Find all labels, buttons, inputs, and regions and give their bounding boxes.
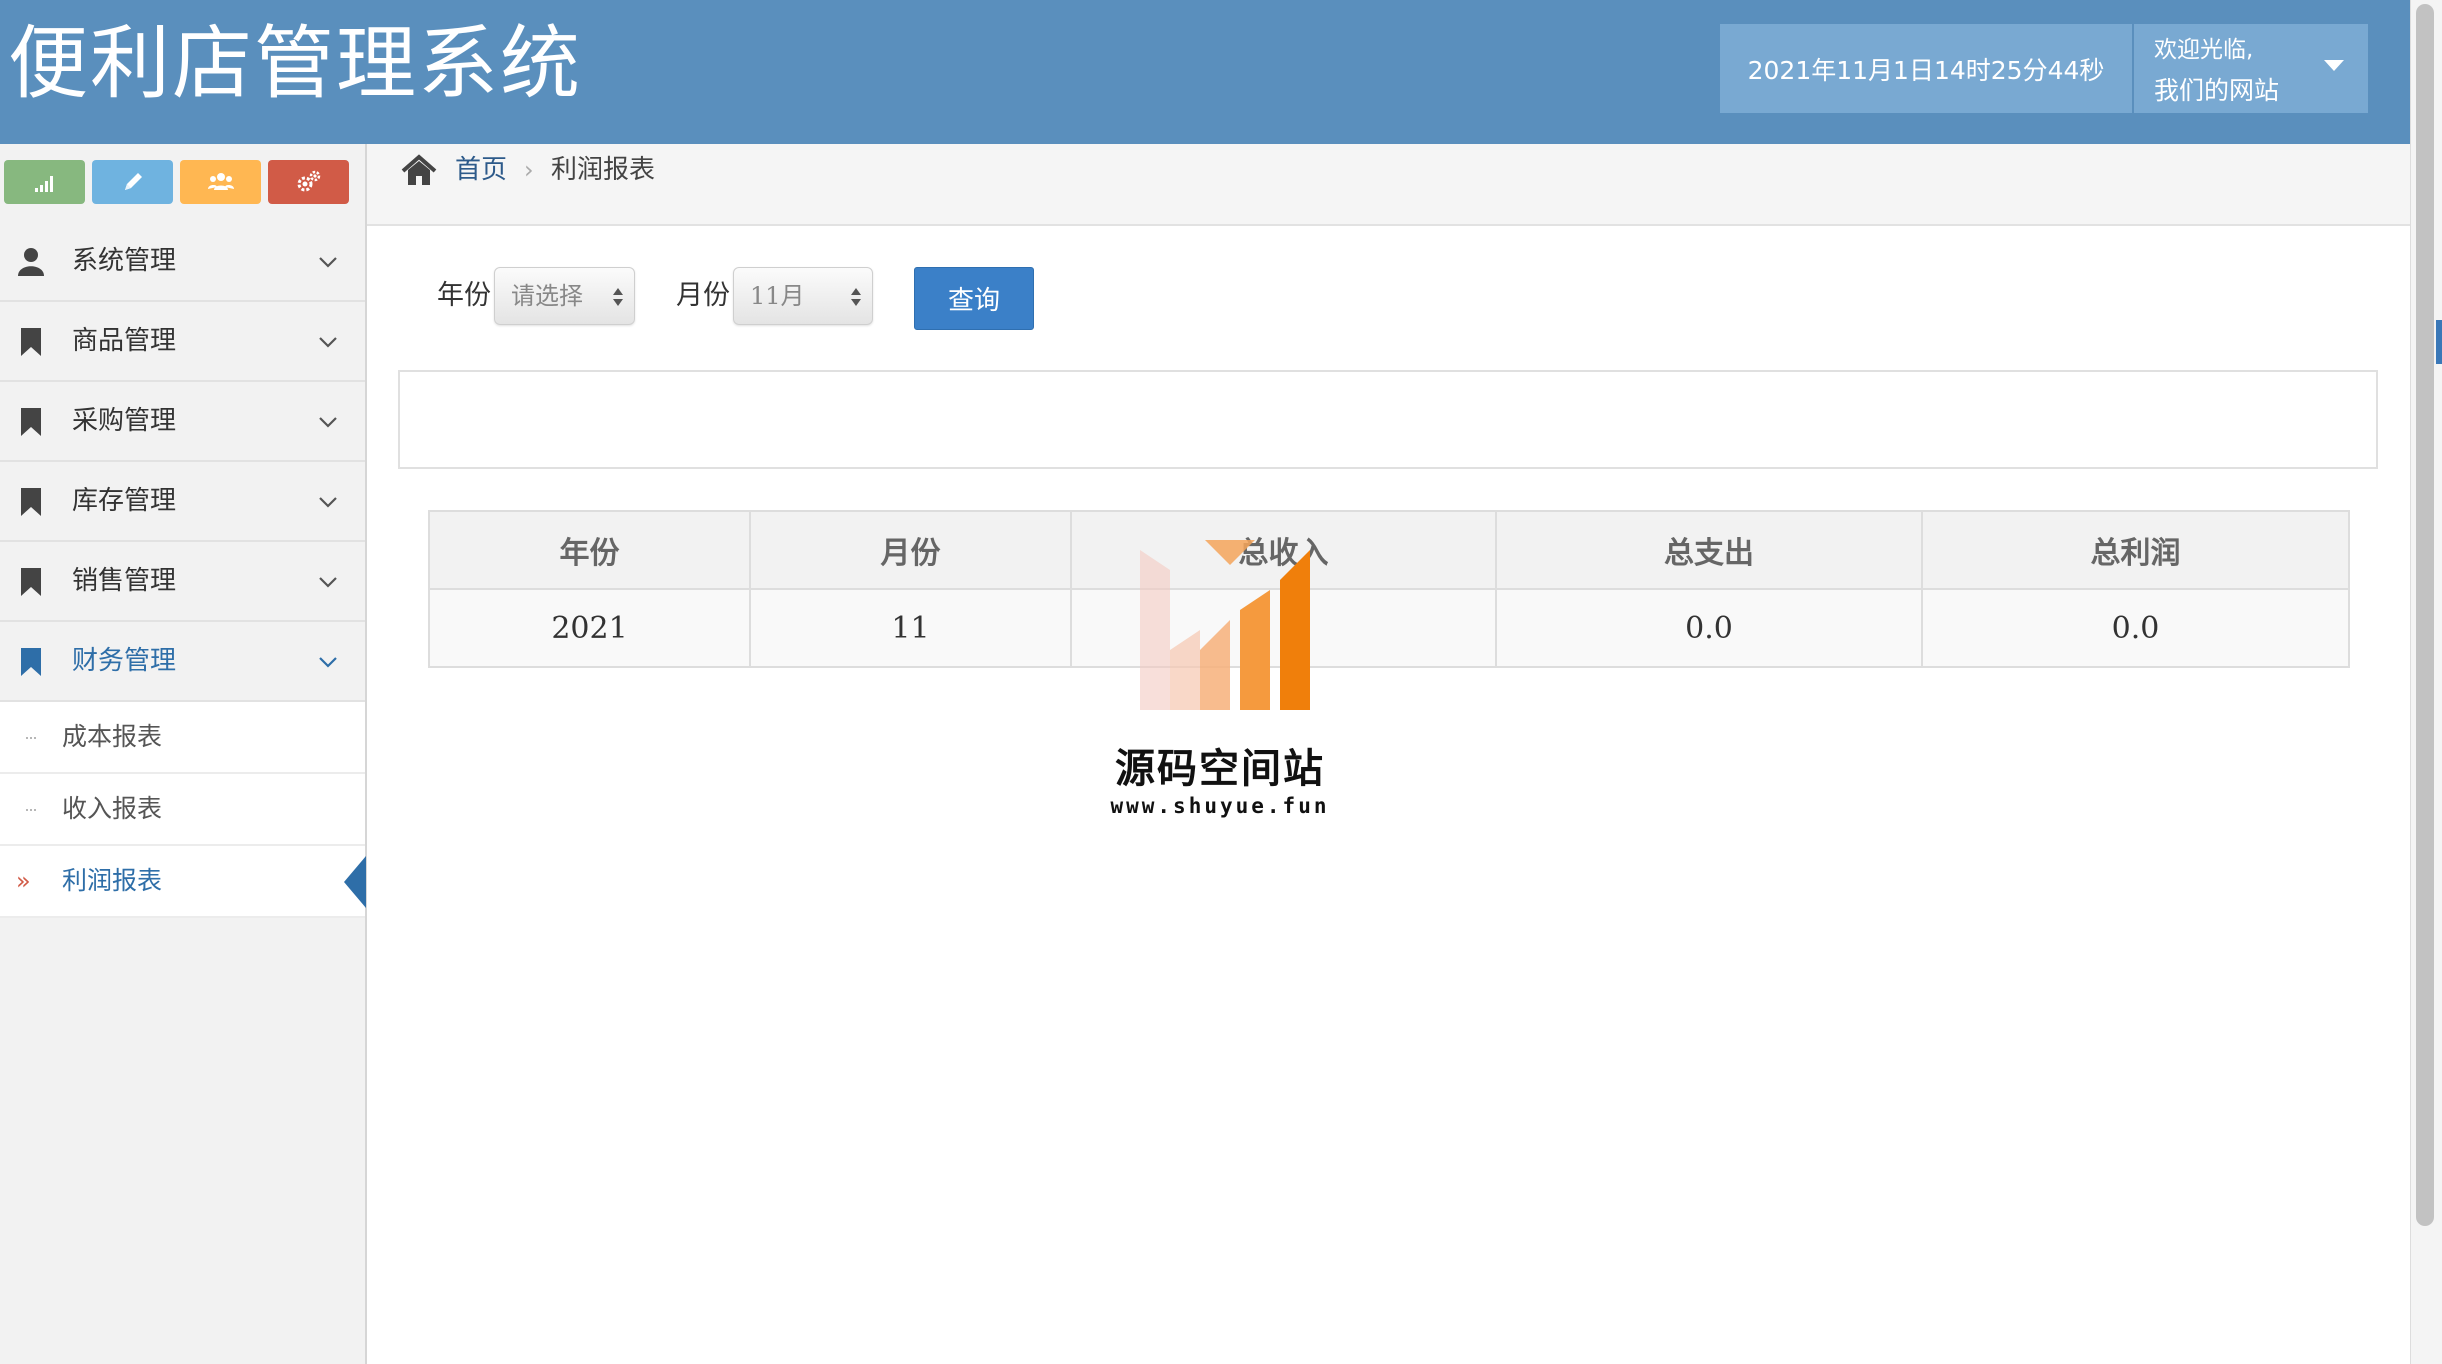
year-label: 年份	[437, 280, 491, 311]
sidebar-menu: 系统管理 商品管理 采购管理 库存管理 销售管理 财务管理 成本报表 收入报表 …	[0, 222, 366, 918]
chevron-down-icon	[319, 257, 337, 268]
breadcrumb-home-link[interactable]: 首页	[455, 150, 507, 190]
table-cell-total-profit: 0.0	[1921, 588, 2350, 668]
app-window: 便利店管理系统 2021年11月1日14时25分44秒 欢迎光临, 我们的网站	[0, 0, 2442, 1364]
breadcrumb-separator: ›	[524, 156, 534, 184]
sidebar-item-label: 财务管理	[72, 646, 177, 676]
app-title: 便利店管理系统	[8, 17, 582, 110]
year-select[interactable]: 请选择	[494, 267, 635, 325]
sidebar-item-inventory[interactable]: 库存管理	[0, 462, 365, 542]
sidebar-item-label: 商品管理	[72, 326, 177, 356]
users-icon	[207, 173, 234, 190]
submenu-dash	[26, 737, 36, 739]
select-arrows-icon	[613, 288, 623, 306]
breadcrumb: 首页 › 利润报表	[367, 144, 2410, 226]
breadcrumb-current: 利润报表	[551, 155, 656, 185]
home-icon[interactable]	[401, 154, 437, 188]
submenu-item-cost-report[interactable]: 成本报表	[0, 702, 365, 774]
submenu-dash	[26, 809, 36, 811]
caret-down-icon	[2324, 60, 2344, 71]
select-arrows-icon	[851, 288, 861, 306]
submenu-item-income-report[interactable]: 收入报表	[0, 774, 365, 846]
shortcut-users-button[interactable]	[180, 160, 261, 204]
table-cell-total-expense: 0.0	[1495, 588, 1923, 668]
month-select[interactable]: 11月	[733, 267, 873, 325]
sidebar-item-label: 库存管理	[72, 486, 177, 516]
shortcut-edit-button[interactable]	[92, 160, 173, 204]
top-navbar: 便利店管理系统 2021年11月1日14时25分44秒 欢迎光临, 我们的网站	[0, 0, 2410, 144]
shortcut-stats-button[interactable]	[4, 160, 85, 204]
watermark-name: 源码空间站	[1115, 746, 1325, 792]
shortcut-settings-button[interactable]	[268, 160, 349, 204]
month-select-value: 11月	[750, 282, 805, 310]
submenu-item-label: 收入报表	[62, 794, 163, 823]
bookmark-icon	[21, 648, 41, 676]
query-button[interactable]: 查询	[914, 267, 1034, 330]
pencil-icon	[124, 173, 142, 190]
chart-panel	[398, 370, 2378, 469]
sidebar: 系统管理 商品管理 采购管理 库存管理 销售管理 财务管理 成本报表 收入报表 …	[0, 144, 367, 1364]
watermark-url: www.shuyue.fun	[1110, 794, 1330, 818]
profit-report-table: 年份 月份 总收入 总支出 总利润 2021 11 0.0 0.0	[428, 510, 2350, 668]
sidebar-item-sales[interactable]: 销售管理	[0, 542, 365, 622]
header-clock: 2021年11月1日14时25分44秒	[1720, 24, 2132, 113]
table-cell-year: 2021	[428, 588, 751, 668]
user-menu-toggle[interactable]: 欢迎光临, 我们的网站	[2134, 24, 2368, 113]
submenu-item-label: 成本报表	[62, 722, 163, 751]
scrollbar-accent	[2436, 320, 2442, 364]
signal-bars-icon	[34, 176, 53, 192]
chevron-down-icon	[319, 657, 337, 668]
active-item-pointer	[344, 856, 366, 908]
month-label: 月份	[676, 280, 730, 311]
user-greeting: 欢迎光临,	[2154, 37, 2254, 63]
double-chevron-right-icon: »	[16, 867, 31, 895]
cogs-icon	[297, 170, 320, 192]
chevron-down-icon	[319, 337, 337, 348]
column-header-total-expense: 总支出	[1495, 510, 1923, 590]
sidebar-item-label: 系统管理	[72, 246, 177, 276]
bookmark-icon	[21, 568, 41, 596]
sidebar-item-finance[interactable]: 财务管理	[0, 622, 365, 702]
bookmark-icon	[21, 328, 41, 356]
user-icon	[18, 248, 44, 276]
column-header-total-income: 总收入	[1070, 510, 1497, 590]
column-header-year: 年份	[428, 510, 751, 590]
chevron-down-icon	[319, 497, 337, 508]
sidebar-item-label: 销售管理	[72, 566, 177, 596]
table-header-row: 年份 月份 总收入 总支出 总利润	[428, 510, 2350, 590]
scrollbar-thumb[interactable]	[2416, 4, 2434, 1226]
sidebar-item-label: 采购管理	[72, 406, 177, 436]
table-row: 2021 11 0.0 0.0	[428, 588, 2350, 668]
submenu-item-profit-report[interactable]: » 利润报表	[0, 846, 366, 918]
column-header-month: 月份	[749, 510, 1072, 590]
chevron-down-icon	[319, 417, 337, 428]
finance-submenu: 成本报表 收入报表 » 利润报表	[0, 702, 366, 918]
year-select-value: 请选择	[511, 282, 583, 310]
submenu-item-label: 利润报表	[62, 866, 163, 895]
sidebar-item-purchasing[interactable]: 采购管理	[0, 382, 365, 462]
sidebar-shortcuts	[4, 160, 349, 204]
column-header-total-profit: 总利润	[1921, 510, 2350, 590]
chevron-down-icon	[319, 577, 337, 588]
sidebar-item-system[interactable]: 系统管理	[0, 222, 365, 302]
bookmark-icon	[21, 408, 41, 436]
sidebar-item-products[interactable]: 商品管理	[0, 302, 365, 382]
bookmark-icon	[21, 488, 41, 516]
table-cell-month: 11	[749, 588, 1072, 668]
user-name: 我们的网站	[2154, 76, 2280, 105]
table-cell-total-income	[1070, 588, 1497, 668]
